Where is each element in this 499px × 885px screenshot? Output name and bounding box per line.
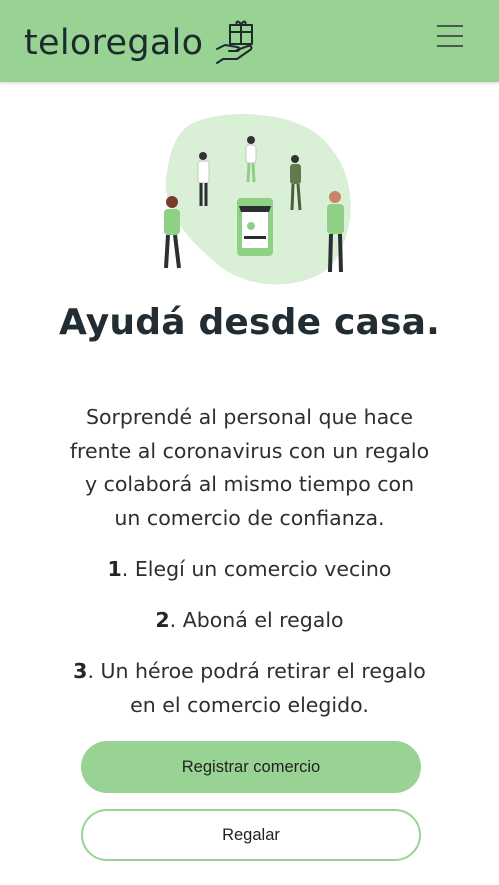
intro-line: Sorprendé al personal que hace bbox=[85, 405, 414, 429]
intro-line: y colaborá al mismo tiempo con bbox=[84, 472, 415, 496]
step-item: 2. Aboná el regalo bbox=[40, 604, 459, 638]
step-text: en el comercio elegido. bbox=[130, 692, 369, 717]
step-text: . Aboná el regalo bbox=[169, 608, 344, 632]
intro-line: frente al coronavirus con un regalo bbox=[69, 438, 430, 463]
community-shop-illustration bbox=[164, 114, 351, 285]
step-item: 3. Un héroe podrá retirar el regalo en e… bbox=[40, 655, 459, 722]
gift-button[interactable]: Regalar bbox=[81, 809, 421, 861]
brand-logo[interactable]: teloregalo bbox=[24, 18, 261, 68]
register-store-button[interactable]: Registrar comercio bbox=[81, 741, 421, 793]
brand-name: teloregalo bbox=[24, 23, 204, 63]
step-number: 3 bbox=[73, 659, 88, 683]
intro-paragraph: Sorprendé al personal que hace frente al… bbox=[40, 401, 459, 535]
step-number: 2 bbox=[155, 608, 170, 632]
top-navbar: teloregalo bbox=[0, 0, 499, 82]
hamburger-menu-icon[interactable] bbox=[430, 25, 470, 57]
intro-line: un comercio de confianza. bbox=[114, 505, 385, 530]
step-text: . Elegí un comercio vecino bbox=[121, 557, 392, 581]
step-item: 1. Elegí un comercio vecino bbox=[40, 553, 459, 587]
step-text: . Un héroe podrá retirar el regalo bbox=[87, 659, 426, 683]
hero-title: Ayudá desde casa. bbox=[58, 302, 441, 343]
hand-holding-gift-icon bbox=[216, 20, 254, 64]
step-number: 1 bbox=[107, 557, 122, 581]
